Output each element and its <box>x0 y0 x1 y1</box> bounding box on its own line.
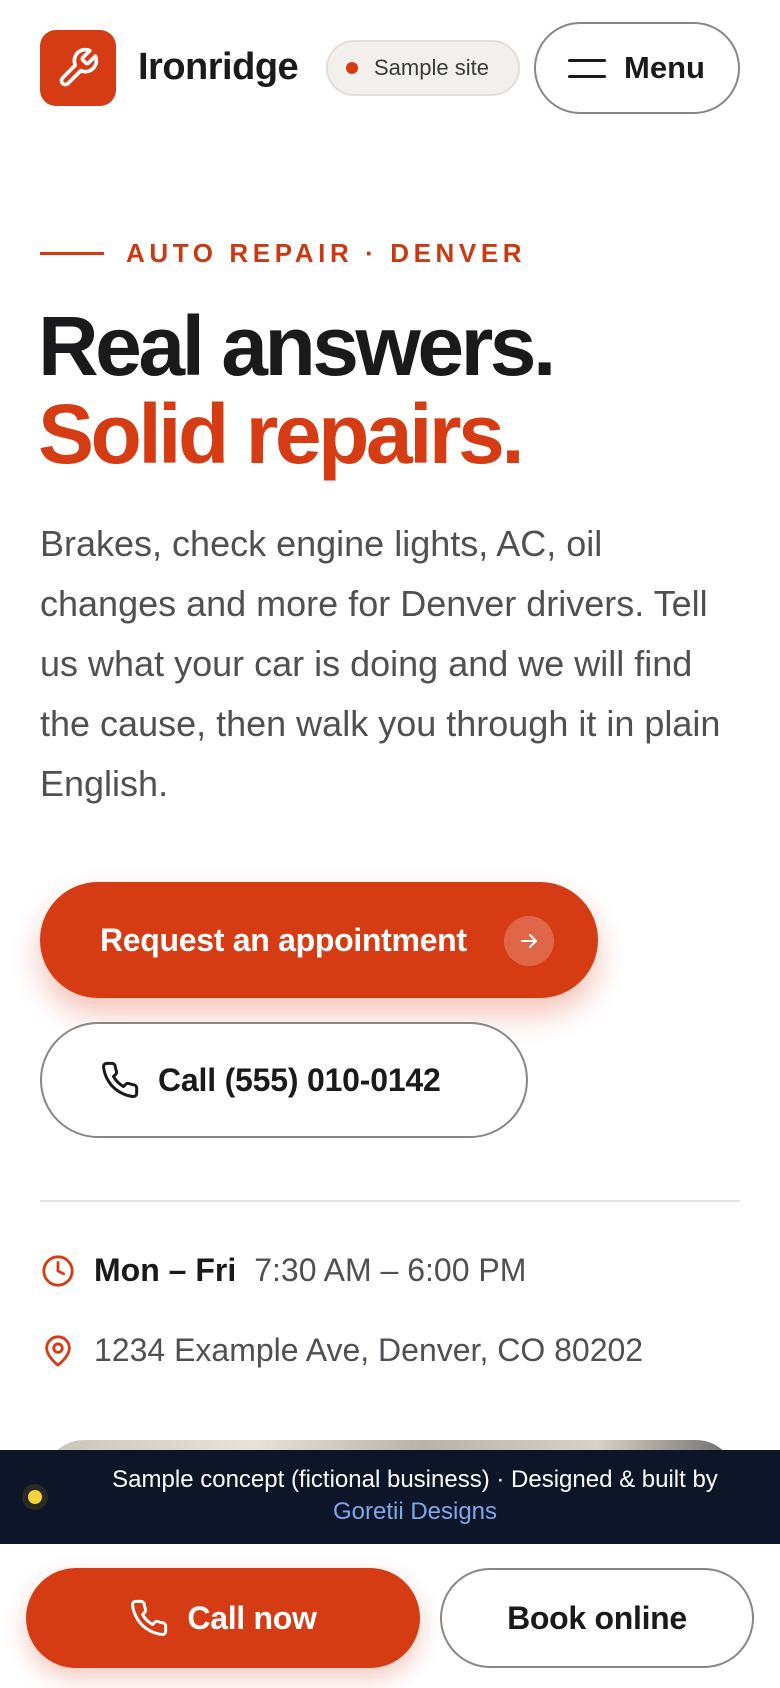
hours-days: Mon – Fri <box>94 1252 237 1288</box>
hero-description: Brakes, check engine lights, AC, oil cha… <box>40 523 721 804</box>
call-now-label: Call now <box>187 1599 317 1636</box>
request-appointment-label: Request an appointment <box>100 921 467 958</box>
menu-label: Menu <box>624 50 705 85</box>
designer-link[interactable]: Goretii Designs <box>333 1498 497 1525</box>
menu-button[interactable]: Menu <box>534 22 740 114</box>
clock-icon <box>40 1253 76 1289</box>
sample-site-badge: Sample site <box>326 40 520 96</box>
banner-text: Sample concept (fictional business) · De… <box>60 1464 770 1528</box>
phone-icon <box>131 1599 168 1637</box>
status-dot-icon <box>346 62 358 74</box>
logo-badge[interactable] <box>40 30 116 106</box>
sample-concept-banner: Sample concept (fictional business) · De… <box>0 1450 780 1544</box>
book-online-label: Book online <box>507 1599 687 1636</box>
section-divider <box>40 1200 740 1202</box>
hours-time: 7:30 AM – 6:00 PM <box>254 1252 527 1288</box>
eyebrow-text: AUTO REPAIR · DENVER <box>126 238 527 268</box>
business-hours: Mon – Fri 7:30 AM – 6:00 PM <box>40 1252 526 1289</box>
sticky-action-bar: Call now Book online <box>0 1544 780 1688</box>
banner-message: Sample concept (fictional business) · De… <box>112 1466 718 1493</box>
status-dot-icon <box>22 1484 48 1510</box>
wrench-icon <box>59 47 99 87</box>
address-text: 1234 Example Ave, Denver, CO 80202 <box>94 1332 644 1368</box>
hero-eyebrow: AUTO REPAIR · DENVER <box>40 238 526 269</box>
phone-icon <box>102 1061 139 1099</box>
hamburger-icon <box>568 57 606 79</box>
arrow-right-icon <box>504 916 554 966</box>
hero-title-line2: Solid repairs. <box>38 387 525 481</box>
hero-title-line1: Real answers. <box>38 299 556 393</box>
brand-name[interactable]: Ironridge <box>138 46 299 89</box>
call-phone-label: Call (555) 010-0142 <box>158 1061 441 1098</box>
business-address[interactable]: 1234 Example Ave, Denver, CO 80202 <box>40 1332 643 1369</box>
site-header: Ironridge Sample site Menu <box>40 22 740 114</box>
book-online-button[interactable]: Book online <box>440 1568 754 1668</box>
call-now-button[interactable]: Call now <box>26 1568 420 1668</box>
sample-site-label: Sample site <box>374 55 489 80</box>
map-pin-icon <box>40 1333 76 1369</box>
request-appointment-button[interactable]: Request an appointment <box>40 882 598 998</box>
call-phone-button[interactable]: Call (555) 010-0142 <box>40 1022 528 1138</box>
eyebrow-rule <box>40 252 104 255</box>
